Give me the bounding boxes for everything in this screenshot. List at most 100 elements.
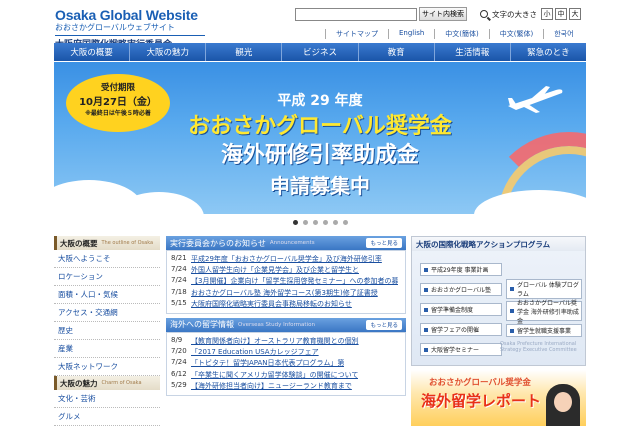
sidebar-item-location[interactable]: ロケーション — [54, 268, 160, 286]
news-date: 7/18 — [171, 287, 187, 296]
sidebar-section-title: 大阪の概要 — [60, 238, 98, 248]
list-item: 8/9 【教育関係者向け】オーストラリア教育機関との個別 — [171, 336, 401, 347]
sidebar-section-subtitle: Charm of Osaka — [101, 380, 142, 386]
chinese-traditional-link[interactable]: 中文(繁体) — [488, 29, 543, 39]
sidebar-item-area[interactable]: 面積・人口・気候 — [54, 286, 160, 304]
news-date: 7/24 — [171, 265, 187, 274]
job-support-button[interactable]: 留学生就職支援事業 — [506, 324, 582, 337]
slide-dot[interactable] — [302, 220, 308, 225]
slide-dot[interactable] — [322, 220, 328, 225]
sidebar-item-network[interactable]: 大阪ネットワーク — [54, 358, 160, 376]
scholarship-button[interactable]: おおさかグローバル奨学金 海外研修引率助成金 — [506, 300, 582, 325]
study-info-subtitle: Overseas Study Information — [238, 321, 315, 328]
search-button[interactable]: サイト内検索 — [419, 7, 467, 21]
list-item: 8/21 平成29年度「おおさかグローバル奨学金」及び海外研修引率 — [171, 254, 401, 265]
study-info-title: 海外への留学情報 — [170, 320, 234, 330]
news-link[interactable]: 外国人留学生向け「企業見学会」及び企業と留学生と — [191, 265, 359, 276]
utility-links: サイトマップ English 中文(簡体) 中文(繁体) 한국어 — [325, 29, 584, 39]
action-program-title: 大阪の国際化戦略アクションプログラム — [412, 237, 585, 251]
announcements-more-button[interactable]: もっと見る — [366, 238, 402, 248]
nav-emergency[interactable]: 緊急のとき — [510, 43, 586, 61]
news-link[interactable]: 【3月開催】企業向け「留学生採用啓発セミナー」への参加者の募 — [191, 276, 398, 287]
study-report-subtitle: おおさかグローバル奨学金 — [429, 378, 531, 388]
list-item: 5/15 大阪府国際化戦略実行委員会事務局移転のお知らせ — [171, 299, 401, 310]
english-link[interactable]: English — [388, 29, 434, 39]
slide-dot[interactable] — [312, 220, 318, 225]
news-date: 7/24 — [171, 358, 187, 367]
sidebar-section-subtitle: The outline of Osaka — [101, 240, 154, 246]
slide-dot[interactable] — [342, 220, 348, 225]
action-plan-button[interactable]: 平成29年度 事業計画 — [420, 263, 502, 276]
slide-dot[interactable] — [292, 220, 298, 225]
font-size-large-button[interactable]: 大 — [569, 8, 581, 20]
study-info-more-button[interactable]: もっと見る — [366, 319, 402, 330]
global-juku-button[interactable]: おおさかグローバル塾 — [420, 283, 502, 296]
left-sidebar: 大阪の概要 The outline of Osaka 大阪へようこそ ロケーション… — [54, 236, 160, 426]
nav-charm[interactable]: 大阪の魅力 — [130, 43, 207, 61]
news-link[interactable]: おおさかグローバル塾 海外留学コース(第3期生)修了証書授 — [191, 288, 378, 299]
news-link[interactable]: 「トビタテ！留学JAPAN日本代表プログラム」第 — [191, 358, 344, 369]
news-link[interactable]: 「2017 Education USAカレッジフェア — [191, 347, 319, 358]
sidebar-item-history[interactable]: 歴史 — [54, 322, 160, 340]
sidebar-section-charm: 大阪の魅力 Charm of Osaka — [54, 376, 160, 390]
font-size-label: 文字の大きさ — [492, 9, 537, 19]
study-info-header: 海外への留学情報 Overseas Study Information もっと見… — [166, 317, 406, 332]
nav-education[interactable]: 教育 — [358, 43, 435, 61]
study-seminar-button[interactable]: 大阪留学セミナー — [420, 343, 502, 356]
sidebar-section-title: 大阪の魅力 — [60, 378, 98, 388]
study-report-banner[interactable]: おおさかグローバル奨学金 海外留学レポート — [411, 370, 586, 426]
news-link[interactable]: 【海外研修担当者向け】ニュージーランド教育まで — [191, 381, 352, 392]
news-date: 8/9 — [171, 335, 183, 344]
global-nav: 大阪の概要 大阪の魅力 観光 ビジネス 教育 生活情報 緊急のとき — [54, 43, 586, 61]
action-program-panel: 大阪の国際化戦略アクションプログラム 平成29年度 事業計画 おおさかグローバル… — [411, 236, 586, 366]
news-date: 8/21 — [171, 254, 187, 262]
slide-dot[interactable] — [332, 220, 338, 225]
news-link[interactable]: 大阪府国際化戦略実行委員会事務局移転のお知らせ — [191, 299, 352, 310]
list-item: 7/24 【3月開催】企業向け「留学生採用啓発セミナー」への参加者の募 — [171, 276, 401, 287]
news-date: 6/12 — [171, 369, 187, 378]
list-item: 7/24 外国人留学生向け「企業見学会」及び企業と留学生と — [171, 265, 401, 276]
sidebar-item-gourmet[interactable]: グルメ — [54, 408, 160, 426]
sitemap-link[interactable]: サイトマップ — [325, 29, 388, 39]
announcements-list: 8/21 平成29年度「おおさかグローバル奨学金」及び海外研修引率 7/24 外国人… — [166, 250, 406, 314]
news-link[interactable]: 【教育関係者向け】オーストラリア教育機関との個別 — [191, 336, 359, 347]
nav-outline[interactable]: 大阪の概要 — [54, 43, 131, 61]
global-experience-button[interactable]: グローバル 体験プログラム — [506, 279, 582, 299]
news-date: 7/20 — [171, 347, 187, 356]
news-date: 7/24 — [171, 276, 187, 285]
announcements-subtitle: Announcements — [269, 240, 315, 246]
logo-english: Osaka Global Website — [55, 7, 198, 23]
announcements-header: 実行委員会からのお知らせ Announcements もっと見る — [166, 236, 406, 250]
font-size-medium-button[interactable]: 中 — [555, 8, 567, 20]
list-item: 6/12 「卒業生に聞くアメリカ留学体験談」の開催について — [171, 370, 401, 381]
hero-year: 平成 29 年度 — [277, 93, 363, 109]
study-report-title: 海外留学レポート — [421, 392, 542, 410]
hero-grant: 海外研修引率助成金 — [220, 143, 419, 168]
logo-japanese: おおさかグローバルウェブサイト — [55, 23, 175, 32]
korean-link[interactable]: 한국어 — [543, 29, 583, 39]
sidebar-item-access[interactable]: アクセス・交通網 — [54, 304, 160, 322]
hero-scholarship: おおさかグローバル奨学金 — [188, 114, 452, 139]
news-link[interactable]: 「卒業生に聞くアメリカ留学体験談」の開催について — [191, 370, 358, 381]
study-preparation-button[interactable]: 留学準備金制度 — [420, 303, 502, 316]
study-info-list: 8/9 【教育関係者向け】オーストラリア教育機関との個別 7/20 「2017 Ed… — [166, 331, 406, 396]
font-size-small-button[interactable]: 小 — [541, 8, 553, 20]
nav-living[interactable]: 生活情報 — [434, 43, 511, 61]
news-link[interactable]: 平成29年度「おおさかグローバル奨学金」及び海外研修引率 — [191, 254, 382, 265]
news-date: 5/29 — [171, 380, 187, 389]
sidebar-item-industry[interactable]: 産業 — [54, 340, 160, 358]
nav-tourism[interactable]: 観光 — [206, 43, 283, 61]
sidebar-item-culture[interactable]: 文化・芸術 — [54, 390, 160, 408]
action-watermark: Osaka Prefecture International Strategy … — [500, 341, 577, 353]
page: Osaka Global Website おおさかグローバルウェブサイト 大阪府… — [0, 0, 640, 426]
search-input[interactable] — [295, 8, 417, 21]
sidebar-item-welcome[interactable]: 大阪へようこそ — [54, 250, 160, 268]
list-item: 7/24 「トビタテ！留学JAPAN日本代表プログラム」第 — [171, 358, 401, 369]
chinese-simplified-link[interactable]: 中文(簡体) — [434, 29, 488, 39]
news-date: 5/15 — [171, 298, 187, 307]
nav-business[interactable]: ビジネス — [282, 43, 359, 61]
study-fair-button[interactable]: 留学フェアの開催 — [420, 323, 502, 336]
magnifier-icon — [480, 10, 488, 18]
hero-banner[interactable]: 受付期限 10月27日（金） ※最終日は午後５時必着 平成 29 年度 おおさか… — [54, 62, 586, 214]
slide-indicators — [0, 220, 640, 225]
